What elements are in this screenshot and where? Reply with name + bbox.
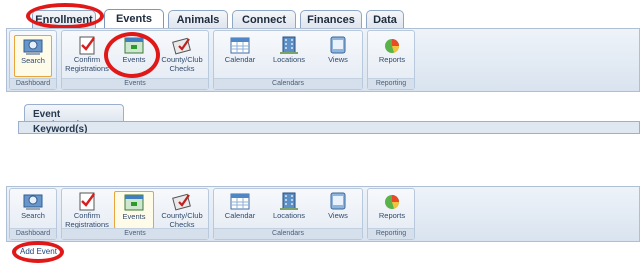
locations-building-icon xyxy=(280,192,298,210)
tab-events[interactable]: Events xyxy=(104,9,164,29)
views-button[interactable]: Views xyxy=(318,35,358,79)
reports-pie-icon xyxy=(385,39,399,53)
locations-building-icon xyxy=(280,36,298,54)
event-registrations-tab[interactable]: Event Registrations xyxy=(24,104,124,131)
calendar-button-label-2: Calendar xyxy=(224,211,256,220)
group-label-events-2: Events xyxy=(62,228,208,239)
reports-button-2[interactable]: Reports xyxy=(372,191,412,229)
views-button-label: Views xyxy=(328,55,348,64)
reports-button-label: Reports xyxy=(378,55,406,64)
ribbon-toolbar-2: Search Dashboard Confirm Registrations E… xyxy=(6,186,640,242)
group-dashboard-2: Search Dashboard xyxy=(9,188,57,240)
tab-animals[interactable]: Animals xyxy=(168,10,228,28)
search-button-label: Search xyxy=(21,56,45,65)
locations-button-2[interactable]: Locations xyxy=(266,191,312,229)
highlight-oval-events xyxy=(104,32,160,78)
group-label-calendars-2: Calendars xyxy=(214,228,362,239)
group-calendars: Calendar Locations Views Calendars xyxy=(213,30,363,90)
group-reporting: Reports Reporting xyxy=(367,30,415,90)
search-button-2[interactable]: Search xyxy=(14,191,52,229)
ribbon-toolbar-1: Search Dashboard Confirm Registrations E… xyxy=(6,28,640,92)
group-dashboard: Search Dashboard xyxy=(9,30,57,90)
highlight-oval-add-event xyxy=(12,241,64,263)
checks-icon xyxy=(172,37,191,55)
keyword-label: Keyword(s) xyxy=(33,124,88,134)
locations-button[interactable]: Locations xyxy=(266,35,312,79)
events-button-2[interactable]: Events xyxy=(114,191,154,229)
group-events-2: Confirm Registrations Events County/Club… xyxy=(61,188,209,240)
views-icon xyxy=(330,192,346,210)
group-label-reporting: Reporting xyxy=(368,78,414,89)
tab-finances[interactable]: Finances xyxy=(300,10,362,28)
checks-icon xyxy=(172,193,191,211)
group-label-events: Events xyxy=(62,78,208,89)
calendar-button[interactable]: Calendar xyxy=(220,35,260,79)
group-label-dashboard-2: Dashboard xyxy=(10,228,56,239)
top-tab-bar: Enrollment Events Animals Connect Financ… xyxy=(0,0,642,30)
search-icon xyxy=(23,194,43,210)
reports-button-label-2: Reports xyxy=(378,211,406,220)
event-registrations-panel: Keyword(s) xyxy=(18,121,640,134)
search-icon xyxy=(23,39,43,55)
group-label-reporting-2: Reporting xyxy=(368,228,414,239)
calendar-button-label: Calendar xyxy=(224,55,256,64)
reports-button[interactable]: Reports xyxy=(372,35,412,79)
views-button-label-2: Views xyxy=(328,211,348,220)
locations-button-label: Locations xyxy=(272,55,306,64)
events-grid-icon xyxy=(124,194,144,211)
tab-connect[interactable]: Connect xyxy=(232,10,296,28)
locations-button-label-2: Locations xyxy=(272,211,306,220)
reports-pie-icon xyxy=(385,195,399,209)
calendar-icon xyxy=(230,37,250,54)
checklist-icon xyxy=(79,36,95,55)
confirm-registrations-label: Confirm Registrations xyxy=(65,55,109,73)
events-button-label-2: Events xyxy=(122,212,146,221)
county-club-checks-button[interactable]: County/Club Checks xyxy=(158,35,206,79)
highlight-oval-enrollment xyxy=(26,3,104,29)
calendar-icon xyxy=(230,193,250,210)
calendar-button-2[interactable]: Calendar xyxy=(220,191,260,229)
confirm-registrations-button[interactable]: Confirm Registrations xyxy=(64,35,110,79)
county-club-checks-button-2[interactable]: County/Club Checks xyxy=(158,191,206,229)
group-label-dashboard: Dashboard xyxy=(10,78,56,89)
checklist-icon xyxy=(79,192,95,211)
confirm-registrations-label-2: Confirm Registrations xyxy=(65,211,109,229)
views-button-2[interactable]: Views xyxy=(318,191,358,229)
confirm-registrations-button-2[interactable]: Confirm Registrations xyxy=(64,191,110,229)
group-reporting-2: Reports Reporting xyxy=(367,188,415,240)
search-button[interactable]: Search xyxy=(14,35,52,77)
search-button-label-2: Search xyxy=(21,211,45,220)
county-club-checks-label-2: County/Club Checks xyxy=(161,211,203,229)
county-club-checks-label: County/Club Checks xyxy=(161,55,203,73)
views-icon xyxy=(330,36,346,54)
tab-data[interactable]: Data xyxy=(366,10,404,28)
group-calendars-2: Calendar Locations Views Calendars xyxy=(213,188,363,240)
group-label-calendars: Calendars xyxy=(214,78,362,89)
